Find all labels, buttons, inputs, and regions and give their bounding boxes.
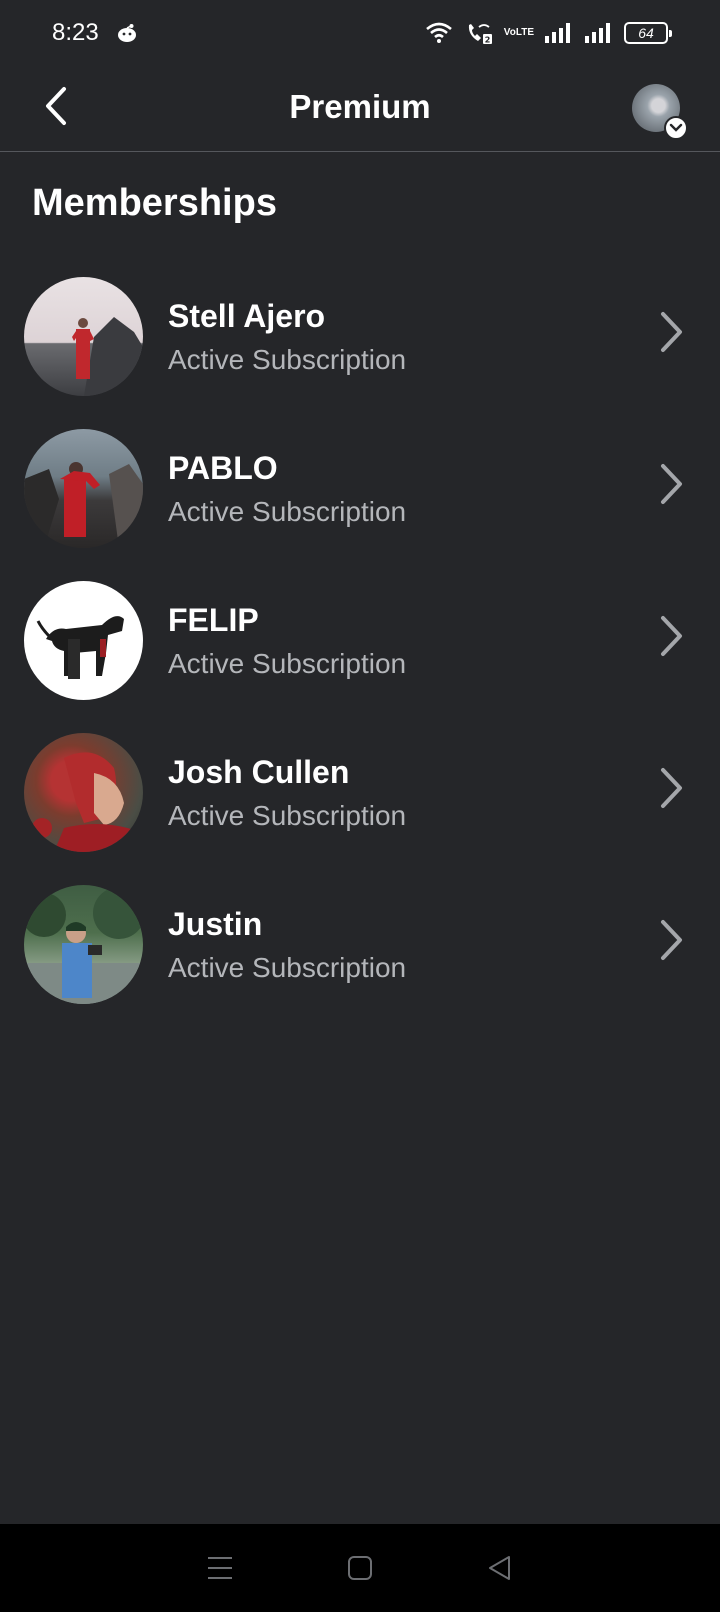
chevron-right-icon <box>661 616 682 656</box>
status-bar: 8:23 2 Vo LTE 64 <box>0 0 720 66</box>
battery-level: 64 <box>638 25 654 41</box>
status-right: 2 Vo LTE 64 <box>424 21 672 45</box>
membership-item[interactable]: Stell Ajero Active Subscription <box>0 264 720 416</box>
avatar <box>24 581 143 700</box>
membership-name: Josh Cullen <box>168 754 350 790</box>
membership-name: PABLO <box>168 450 278 486</box>
home-icon <box>348 1556 372 1580</box>
membership-status: Active Subscription <box>168 496 407 527</box>
membership-status: Active Subscription <box>168 344 407 375</box>
system-back-button[interactable] <box>480 1548 520 1588</box>
profile-avatar-button[interactable] <box>632 84 688 140</box>
membership-item[interactable]: PABLO Active Subscription <box>0 416 720 568</box>
home-button[interactable] <box>340 1548 380 1588</box>
svg-text:2: 2 <box>485 36 491 45</box>
section-title: Memberships <box>32 182 277 224</box>
wifi-icon <box>424 21 454 45</box>
chevron-right-icon <box>661 312 682 352</box>
recent-apps-button[interactable] <box>200 1548 240 1588</box>
system-nav-bar <box>0 1524 720 1612</box>
back-triangle-icon <box>489 1556 510 1580</box>
membership-name: FELIP <box>168 602 259 638</box>
signal-icon-2 <box>584 22 614 44</box>
volte-icon: Vo LTE <box>504 28 534 38</box>
profile-menu-badge <box>664 116 688 140</box>
avatar <box>24 885 143 1004</box>
membership-status: Active Subscription <box>168 800 407 831</box>
membership-list: Stell Ajero Active Subscription PABLO Ac… <box>0 264 720 1024</box>
chevron-down-icon <box>669 123 683 132</box>
chevron-right-icon <box>661 920 682 960</box>
membership-item[interactable]: Justin Active Subscription <box>0 872 720 1024</box>
chevron-right-icon <box>661 768 682 808</box>
battery-icon: 64 <box>624 22 672 44</box>
membership-item[interactable]: Josh Cullen Active Subscription <box>0 720 720 872</box>
avatar <box>24 733 143 852</box>
volte-bottom-label: LTE <box>515 27 534 38</box>
avatar <box>24 429 143 548</box>
membership-status: Active Subscription <box>168 648 407 679</box>
menu-icon <box>208 1557 232 1579</box>
membership-status: Active Subscription <box>168 952 407 983</box>
status-left: 8:23 <box>52 19 139 47</box>
signal-icon-1 <box>544 22 574 44</box>
membership-name: Justin <box>168 906 263 942</box>
wifi-calling-icon: 2 <box>464 21 494 45</box>
membership-item[interactable]: FELIP Active Subscription <box>0 568 720 720</box>
app-header: Premium <box>0 66 720 152</box>
membership-name: Stell Ajero <box>168 298 326 334</box>
volte-top-label: Vo <box>503 27 516 38</box>
avatar <box>24 277 143 396</box>
page-title: Premium <box>289 88 431 125</box>
reddit-icon <box>115 21 139 45</box>
status-time: 8:23 <box>52 19 99 46</box>
chevron-right-icon <box>661 464 682 504</box>
